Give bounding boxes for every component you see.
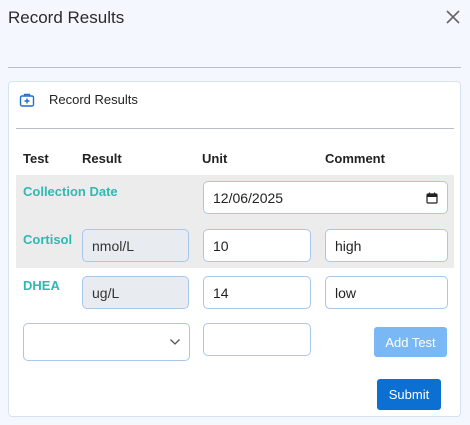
header-unit: Unit (202, 151, 228, 166)
chevron-down-icon (170, 339, 180, 345)
unit-field-cortisol: nmol/L (82, 229, 189, 262)
header-comment: Comment (325, 151, 385, 166)
test-select[interactable] (23, 323, 190, 361)
close-icon (446, 10, 460, 24)
card-title: Record Results (49, 92, 138, 107)
comment-input-dhea[interactable]: low (325, 276, 448, 309)
header-test: Test (23, 151, 49, 166)
header-result: Result (82, 151, 122, 166)
submit-button[interactable]: Submit (377, 379, 441, 410)
card-divider (16, 128, 454, 129)
title-divider (8, 67, 461, 68)
medical-kit-icon (19, 93, 35, 107)
new-result-input[interactable] (203, 323, 311, 356)
result-input-dhea[interactable]: 14 (203, 276, 311, 309)
comment-value: low (335, 284, 357, 301)
close-button[interactable] (444, 8, 462, 26)
result-value: 14 (213, 284, 229, 301)
test-label-cortisol: Cortisol (23, 232, 73, 247)
test-label-dhea: DHEA (23, 278, 60, 293)
comment-value: high (335, 237, 362, 254)
comment-input-cortisol[interactable]: high (325, 229, 448, 262)
result-input-cortisol[interactable]: 10 (203, 229, 311, 262)
unit-value: ug/L (92, 284, 120, 301)
collection-date-value: 12/06/2025 (213, 189, 284, 206)
unit-value: nmol/L (92, 237, 135, 254)
result-value: 10 (213, 237, 229, 254)
calendar-icon[interactable] (426, 192, 438, 204)
collection-date-input[interactable]: 12/06/2025 (203, 181, 448, 214)
record-results-card: Record Results Test Result Unit Comment … (8, 81, 461, 417)
unit-field-dhea: ug/L (82, 276, 189, 309)
add-test-button[interactable]: Add Test (374, 327, 447, 357)
dialog-title: Record Results (8, 8, 125, 27)
collection-date-label: Collection Date (23, 184, 118, 199)
